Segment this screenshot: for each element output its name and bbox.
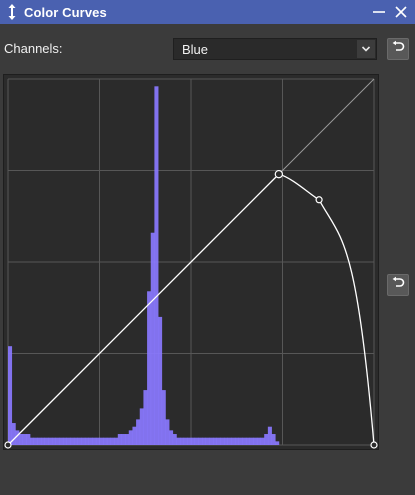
minimize-icon[interactable]	[371, 4, 387, 20]
histogram-bar	[205, 437, 210, 445]
histogram-bar	[117, 434, 122, 445]
histogram-bar	[95, 437, 100, 445]
histogram-bar	[183, 437, 188, 445]
histogram-bar	[223, 437, 228, 445]
histogram-bar	[238, 437, 243, 445]
histogram-bar	[209, 437, 214, 445]
histogram-bar	[260, 437, 265, 445]
histogram-bar	[169, 430, 174, 445]
histogram-bar	[22, 434, 27, 445]
channel-select[interactable]: Blue	[173, 38, 377, 60]
histogram-bar	[84, 437, 89, 445]
histogram-bar	[121, 434, 126, 445]
histogram-bar	[194, 437, 199, 445]
histogram	[8, 86, 280, 445]
histogram-bar	[275, 441, 280, 445]
histogram-bar	[81, 437, 86, 445]
histogram-bar	[234, 437, 239, 445]
histogram-bar	[180, 437, 185, 445]
channels-label: Channels:	[4, 41, 63, 56]
histogram-bar	[216, 437, 221, 445]
reset-channel-button[interactable]	[387, 38, 409, 60]
histogram-bar	[51, 437, 56, 445]
title-actions	[371, 0, 409, 24]
histogram-bar	[62, 437, 67, 445]
histogram-bar	[165, 419, 170, 445]
histogram-bar	[245, 437, 250, 445]
window-title: Color Curves	[24, 4, 107, 20]
histogram-bar	[158, 316, 163, 445]
histogram-bar	[99, 437, 104, 445]
histogram-bar	[110, 437, 115, 445]
histogram-bar	[18, 434, 24, 445]
histogram-bar	[26, 434, 31, 445]
channel-select-value: Blue	[182, 41, 209, 57]
histogram-bar	[267, 426, 272, 445]
histogram-bar	[48, 437, 53, 445]
histogram-bar	[150, 232, 155, 445]
histogram-bar	[161, 390, 166, 445]
histogram-bar	[8, 346, 13, 445]
histogram-bar	[187, 437, 192, 445]
histogram-bar	[33, 437, 38, 445]
histogram-bar	[271, 434, 276, 445]
histogram-bar	[55, 437, 60, 445]
histogram-bar	[132, 426, 137, 445]
histogram-bar	[40, 437, 45, 445]
histogram-bar	[231, 437, 236, 445]
histogram-bar	[198, 437, 203, 445]
histogram-bar	[136, 419, 141, 445]
control-point[interactable]	[4, 441, 12, 449]
histogram-bar	[201, 437, 207, 445]
histogram-bar	[253, 437, 258, 445]
histogram-bar	[88, 437, 93, 445]
histogram-bar	[256, 437, 261, 445]
histogram-bar	[139, 408, 144, 445]
histogram-bar	[191, 437, 196, 445]
histogram-bar	[172, 434, 177, 445]
histogram-bar	[128, 430, 133, 445]
histogram-bar	[242, 437, 247, 445]
reset-curve-button[interactable]	[387, 274, 409, 296]
curve-editor[interactable]	[3, 74, 379, 450]
histogram-bar	[249, 437, 254, 445]
histogram-bar	[70, 437, 75, 445]
chevron-down-icon[interactable]	[357, 40, 375, 58]
undo-arrow-icon	[391, 40, 405, 59]
histogram-bar	[44, 437, 49, 445]
histogram-bar	[66, 437, 71, 445]
curve-graph[interactable]	[4, 75, 378, 449]
undo-arrow-icon	[391, 276, 405, 295]
histogram-bar	[176, 437, 181, 445]
histogram-bar	[114, 437, 119, 445]
control-point[interactable]	[315, 196, 323, 204]
control-point[interactable]	[274, 169, 284, 179]
histogram-bar	[77, 437, 82, 445]
histogram-bar	[220, 437, 225, 445]
histogram-bar	[212, 437, 218, 445]
histogram-bar	[143, 390, 148, 445]
control-point[interactable]	[370, 441, 378, 449]
close-icon[interactable]	[393, 4, 409, 20]
histogram-bar	[37, 437, 42, 445]
histogram-bar	[29, 437, 35, 445]
histogram-bar	[227, 437, 232, 445]
histogram-bar	[147, 291, 152, 445]
histogram-bar	[125, 434, 130, 445]
histogram-bar	[264, 434, 269, 445]
histogram-bar	[59, 437, 64, 445]
title-bar[interactable]: Color Curves	[0, 0, 415, 24]
histogram-bar	[154, 86, 159, 445]
histogram-bar	[106, 437, 111, 445]
histogram-bar	[11, 423, 16, 445]
histogram-bar	[73, 437, 78, 445]
color-curves-window: Color Curves Channels: Blue	[0, 0, 415, 495]
histogram-bar	[103, 437, 108, 445]
vertical-resize-arrows-icon[interactable]	[4, 2, 20, 22]
histogram-bar	[92, 437, 97, 445]
